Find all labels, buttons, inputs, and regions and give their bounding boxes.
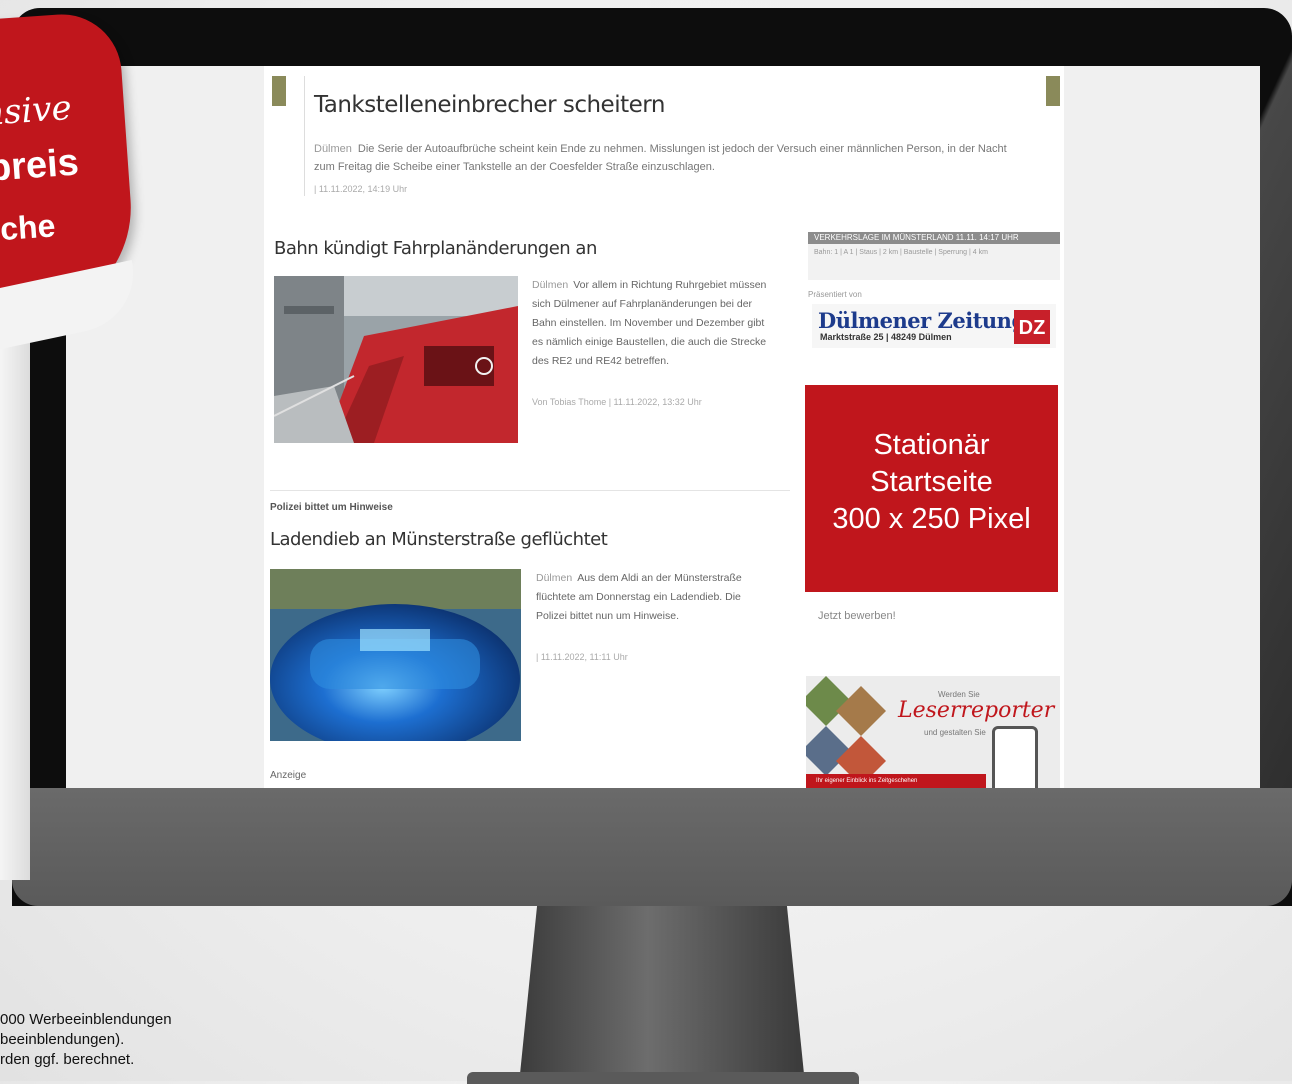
ad-line-1: Stationär [873,429,990,461]
article-teaser-bahn: Dülmen Vor allem in Richtung Ruhrgebiet m… [532,276,772,371]
article-accent-left [272,76,286,106]
dz-logo-address: Marktstraße 25 | 48249 Dülmen [820,332,952,342]
police-light-photo[interactable] [270,569,521,741]
dz-badge: DZ [1014,310,1050,344]
article-teaser: Dülmen Die Serie der Autoaufbrüche schein… [314,140,1014,176]
article-city: Dülmen [536,572,573,584]
footnote-line-1: 000 Werbeeinblendungen [0,1011,172,1028]
promo-line-2: preis [0,141,81,190]
article-title-bahn[interactable]: Bahn kündigt Fahrplanänderungen an [274,238,597,259]
ticker-header: VERKEHRSLAGE IM MÜNSTERLAND 11.11. 14:17… [808,232,1060,244]
phone-icon [992,726,1038,788]
promo-line-1: nsive [0,87,73,135]
promo-line-3: che [0,207,57,248]
sticker-shadow [0,280,30,880]
footnote: 000 Werbeeinblendungen beeinblendungen).… [0,1010,172,1070]
monitor-stand-base [467,1072,859,1084]
article-meta-ladendieb: | 11.11.2022, 11:11 Uhr [536,652,628,662]
article-title[interactable]: Tankstelleneinbrecher scheitern [314,92,665,118]
leserreporter-banner[interactable]: Werden Sie Leserreporter und gestalten S… [806,676,1060,788]
apply-link[interactable]: Jetzt bewerben! [818,610,896,622]
article-title-ladendieb[interactable]: Ladendieb an Münsterstraße geflüchtet [270,529,608,550]
reporter-script: Leserreporter [898,698,1055,723]
dz-logo-name: Dülmener Zeitung [818,308,1026,333]
article-city: Dülmen [532,279,569,291]
collage-graphic [806,676,886,786]
footnote-line-3: rden ggf. berechnet. [0,1051,135,1068]
monitor-chin [12,788,1292,906]
traffic-ticker[interactable]: VERKEHRSLAGE IM MÜNSTERLAND 11.11. 14:17… [808,232,1060,280]
ad-line-2: Startseite [870,466,993,498]
dz-logo[interactable]: Dülmener Zeitung Marktstraße 25 | 48249 … [812,304,1056,348]
ticker-text: Bahn: 1 | A 1 | Staus | 2 km | Baustelle… [814,249,988,256]
article-kicker: Polizei bittet um Hinweise [270,502,393,513]
reporter-sub-text: und gestalten Sie [924,728,986,737]
train-photo[interactable] [274,276,518,443]
article-teaser-ladendieb: Dülmen Aus dem Aldi an der Münsterstraße … [536,569,772,626]
section-divider [270,490,790,491]
article-meta-bahn: Von Tobias Thome | 11.11.2022, 13:32 Uhr [532,397,702,407]
article-city: Dülmen [314,143,352,155]
monitor-stand [520,906,804,1074]
presented-by-label: Präsentiert von [808,290,862,299]
footnote-line-2: beeinblendungen). [0,1031,125,1048]
article-tankstelle[interactable]: Tankstelleneinbrecher scheitern Dülmen Di… [264,66,1064,206]
article-accent-right [1046,76,1060,106]
article-divider-line [304,76,305,196]
article-teaser-text: Vor allem in Richtung Ruhrgebiet müssen … [532,279,767,367]
anzeige-label: Anzeige [270,770,307,781]
reporter-band: Ihr eigener Einblick ins Zeitgeschehen [806,774,986,788]
monitor-screen: Tankstelleneinbrecher scheitern Dülmen Di… [66,66,1260,788]
ad-placeholder-300x250[interactable]: Stationär Startseite 300 x 250 Pixel [805,385,1058,592]
ad-line-3: 300 x 250 Pixel [832,503,1031,535]
article-meta: | 11.11.2022, 14:19 Uhr [314,184,408,194]
article-teaser-text: Die Serie der Autoaufbrüche scheint kein… [314,143,1007,173]
